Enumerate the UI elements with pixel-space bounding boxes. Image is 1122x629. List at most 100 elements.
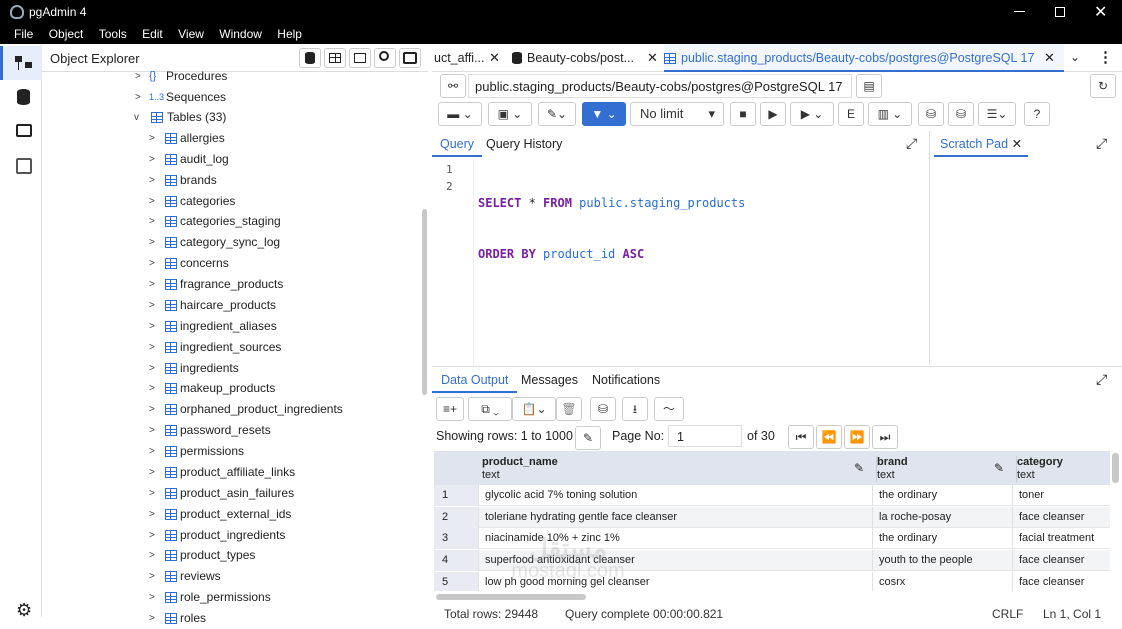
cell-category[interactable]: face cleanser [1012,506,1110,528]
tab-messages[interactable]: Messages [521,367,578,393]
tree-node-table[interactable]: > roles [42,608,422,629]
tree-node-table[interactable]: > product_types [42,545,422,566]
menu-file[interactable]: File [14,24,33,44]
tree-node-table[interactable]: > ingredient_sources [42,337,422,358]
tree-node-table[interactable]: > product_ingredients [42,525,422,546]
chevron-right-icon[interactable]: > [149,316,155,337]
chevron-right-icon[interactable]: > [149,378,155,399]
edit-column-icon[interactable]: ✎ [854,461,864,475]
tab-notifications[interactable]: Notifications [592,367,660,393]
schema-diff-icon[interactable] [16,158,32,174]
chevron-right-icon[interactable]: > [149,358,155,379]
table-row[interactable]: 2 toleriane hydrating gentle face cleanse… [434,506,1110,528]
chevron-right-icon[interactable]: > [149,253,155,274]
explain-button[interactable]: E [838,102,864,126]
tab-beauty-cobs[interactable]: Beauty-cobs/post... [512,44,652,72]
cell-category[interactable]: facial treatment [1012,528,1110,550]
cell-brand[interactable]: cosrx [872,571,1012,591]
close-icon[interactable]: ✕ [1012,137,1022,151]
chevron-right-icon[interactable]: > [149,420,155,441]
cell-product-name[interactable]: glycolic acid 7% toning solution [478,485,872,506]
menu-window[interactable]: Window [219,24,262,44]
object-explorer-icon[interactable] [0,46,42,80]
chevron-right-icon[interactable]: > [149,337,155,358]
execute-button[interactable]: ▶ [760,102,786,126]
table-row[interactable]: 1 glycolic acid 7% toning solution the ord… [434,485,1110,506]
query-tool-icon[interactable] [299,48,321,68]
edit-column-icon[interactable]: ✎ [994,461,1004,475]
tab-query-history[interactable]: Query History [486,131,562,157]
psql-tool-icon[interactable] [399,48,421,68]
tree-node-table[interactable]: > product_affiliate_links [42,462,422,483]
chevron-right-icon[interactable]: > [149,149,155,170]
chevron-right-icon[interactable]: > [149,441,155,462]
grid-horizontal-scrollbar[interactable] [436,594,586,600]
row-number[interactable]: 5 [434,571,478,591]
filtered-rows-icon[interactable] [349,48,371,68]
connection-select[interactable]: public.staging_products/Beauty-cobs/post… [468,74,852,98]
tree-node-table[interactable]: > reviews [42,566,422,587]
menu-help[interactable]: Help [277,24,302,44]
chevron-down-icon[interactable]: v [134,107,139,128]
menu-tools[interactable]: Tools [99,24,127,44]
tree-node-table[interactable]: > audit_log [42,149,422,170]
minimize-icon[interactable] [1014,11,1025,12]
tree-node-sequences[interactable]: > 1..3 Sequences [42,87,422,108]
chevron-right-icon[interactable]: > [149,504,155,525]
cell-product-name[interactable]: superfood antioxidant cleanser [478,550,872,572]
close-tab-icon[interactable]: ✕ [489,50,500,66]
menu-view[interactable]: View [178,24,204,44]
tree-node-tables[interactable]: v Tables (33) [42,107,422,128]
commit-button[interactable]: ⛁ [918,102,944,126]
tree-node-table[interactable]: > ingredient_aliases [42,316,422,337]
macros-button[interactable]: ☰⌄ [978,102,1016,126]
download-button[interactable]: ⭳ [622,397,648,421]
search-icon[interactable] [374,48,396,68]
cell-product-name[interactable]: niacinamide 10% + zinc 1% [478,528,872,550]
rollback-button[interactable]: ⛁ [948,102,974,126]
tab-scratch-pad[interactable]: Scratch Pad ✕ [934,131,1029,157]
row-number[interactable]: 3 [434,528,478,550]
maximize-icon[interactable] [1055,7,1065,17]
column-header-brand[interactable]: brand text [876,456,1006,482]
row-number[interactable]: 1 [434,485,478,506]
chevron-right-icon[interactable]: > [149,232,155,253]
menu-edit[interactable]: Edit [142,24,163,44]
chevron-right-icon[interactable]: > [149,128,155,149]
more-options-icon[interactable]: ⋮ [1098,48,1113,66]
delete-button[interactable]: 🗑 [556,397,582,421]
explorer-scrollbar[interactable] [422,209,427,395]
tree-node-table[interactable]: > haircare_products [42,295,422,316]
cell-product-name[interactable]: toleriane hydrating gentle face cleanser [478,506,872,528]
execute-options-button[interactable]: ▶ ⌄ [790,102,834,126]
copy-button[interactable]: ⧉ ⌄ [468,397,512,421]
save-file-button[interactable]: ▣ ⌄ [488,102,532,126]
table-row[interactable]: 5 low ph good morning gel cleanser cosrx fa… [434,571,1110,591]
tree-node-table[interactable]: > password_resets [42,420,422,441]
chevron-right-icon[interactable]: > [149,274,155,295]
next-page-button[interactable]: ⏩ [844,425,870,449]
edit-button[interactable]: ✎⌄ [538,102,576,126]
chevron-right-icon[interactable]: > [149,399,155,420]
first-page-button[interactable]: ⏮ [788,425,814,449]
last-page-button[interactable]: ⏭ [872,425,898,449]
cell-category[interactable]: face cleanser [1012,550,1110,572]
settings-icon[interactable]: ⚙ [16,600,32,621]
tab-data-output[interactable]: Data Output [432,367,518,393]
tree-node-table[interactable]: > permissions [42,441,422,462]
filter-button[interactable]: ▼ ⌄ [582,102,626,126]
open-file-button[interactable]: ▬ ⌄ [438,102,482,126]
tree-node-table[interactable]: > product_external_ids [42,504,422,525]
cell-product-name[interactable]: low ph good morning gel cleanser [478,571,872,591]
tree-node-table[interactable]: > concerns [42,253,422,274]
tree-node-table[interactable]: > makeup_products [42,378,422,399]
save-data-button[interactable]: ⛁ [590,397,616,421]
tree-node-table[interactable]: > category_sync_log [42,232,422,253]
edit-rows-icon[interactable]: ✎ [575,426,601,450]
database-icon[interactable] [17,89,30,105]
add-row-button[interactable]: ≡+ [436,397,464,421]
paste-button[interactable]: 📋⌄ [512,397,556,421]
view-data-icon[interactable] [324,48,346,68]
chevron-right-icon[interactable]: > [149,566,155,587]
chevron-right-icon[interactable]: > [149,170,155,191]
